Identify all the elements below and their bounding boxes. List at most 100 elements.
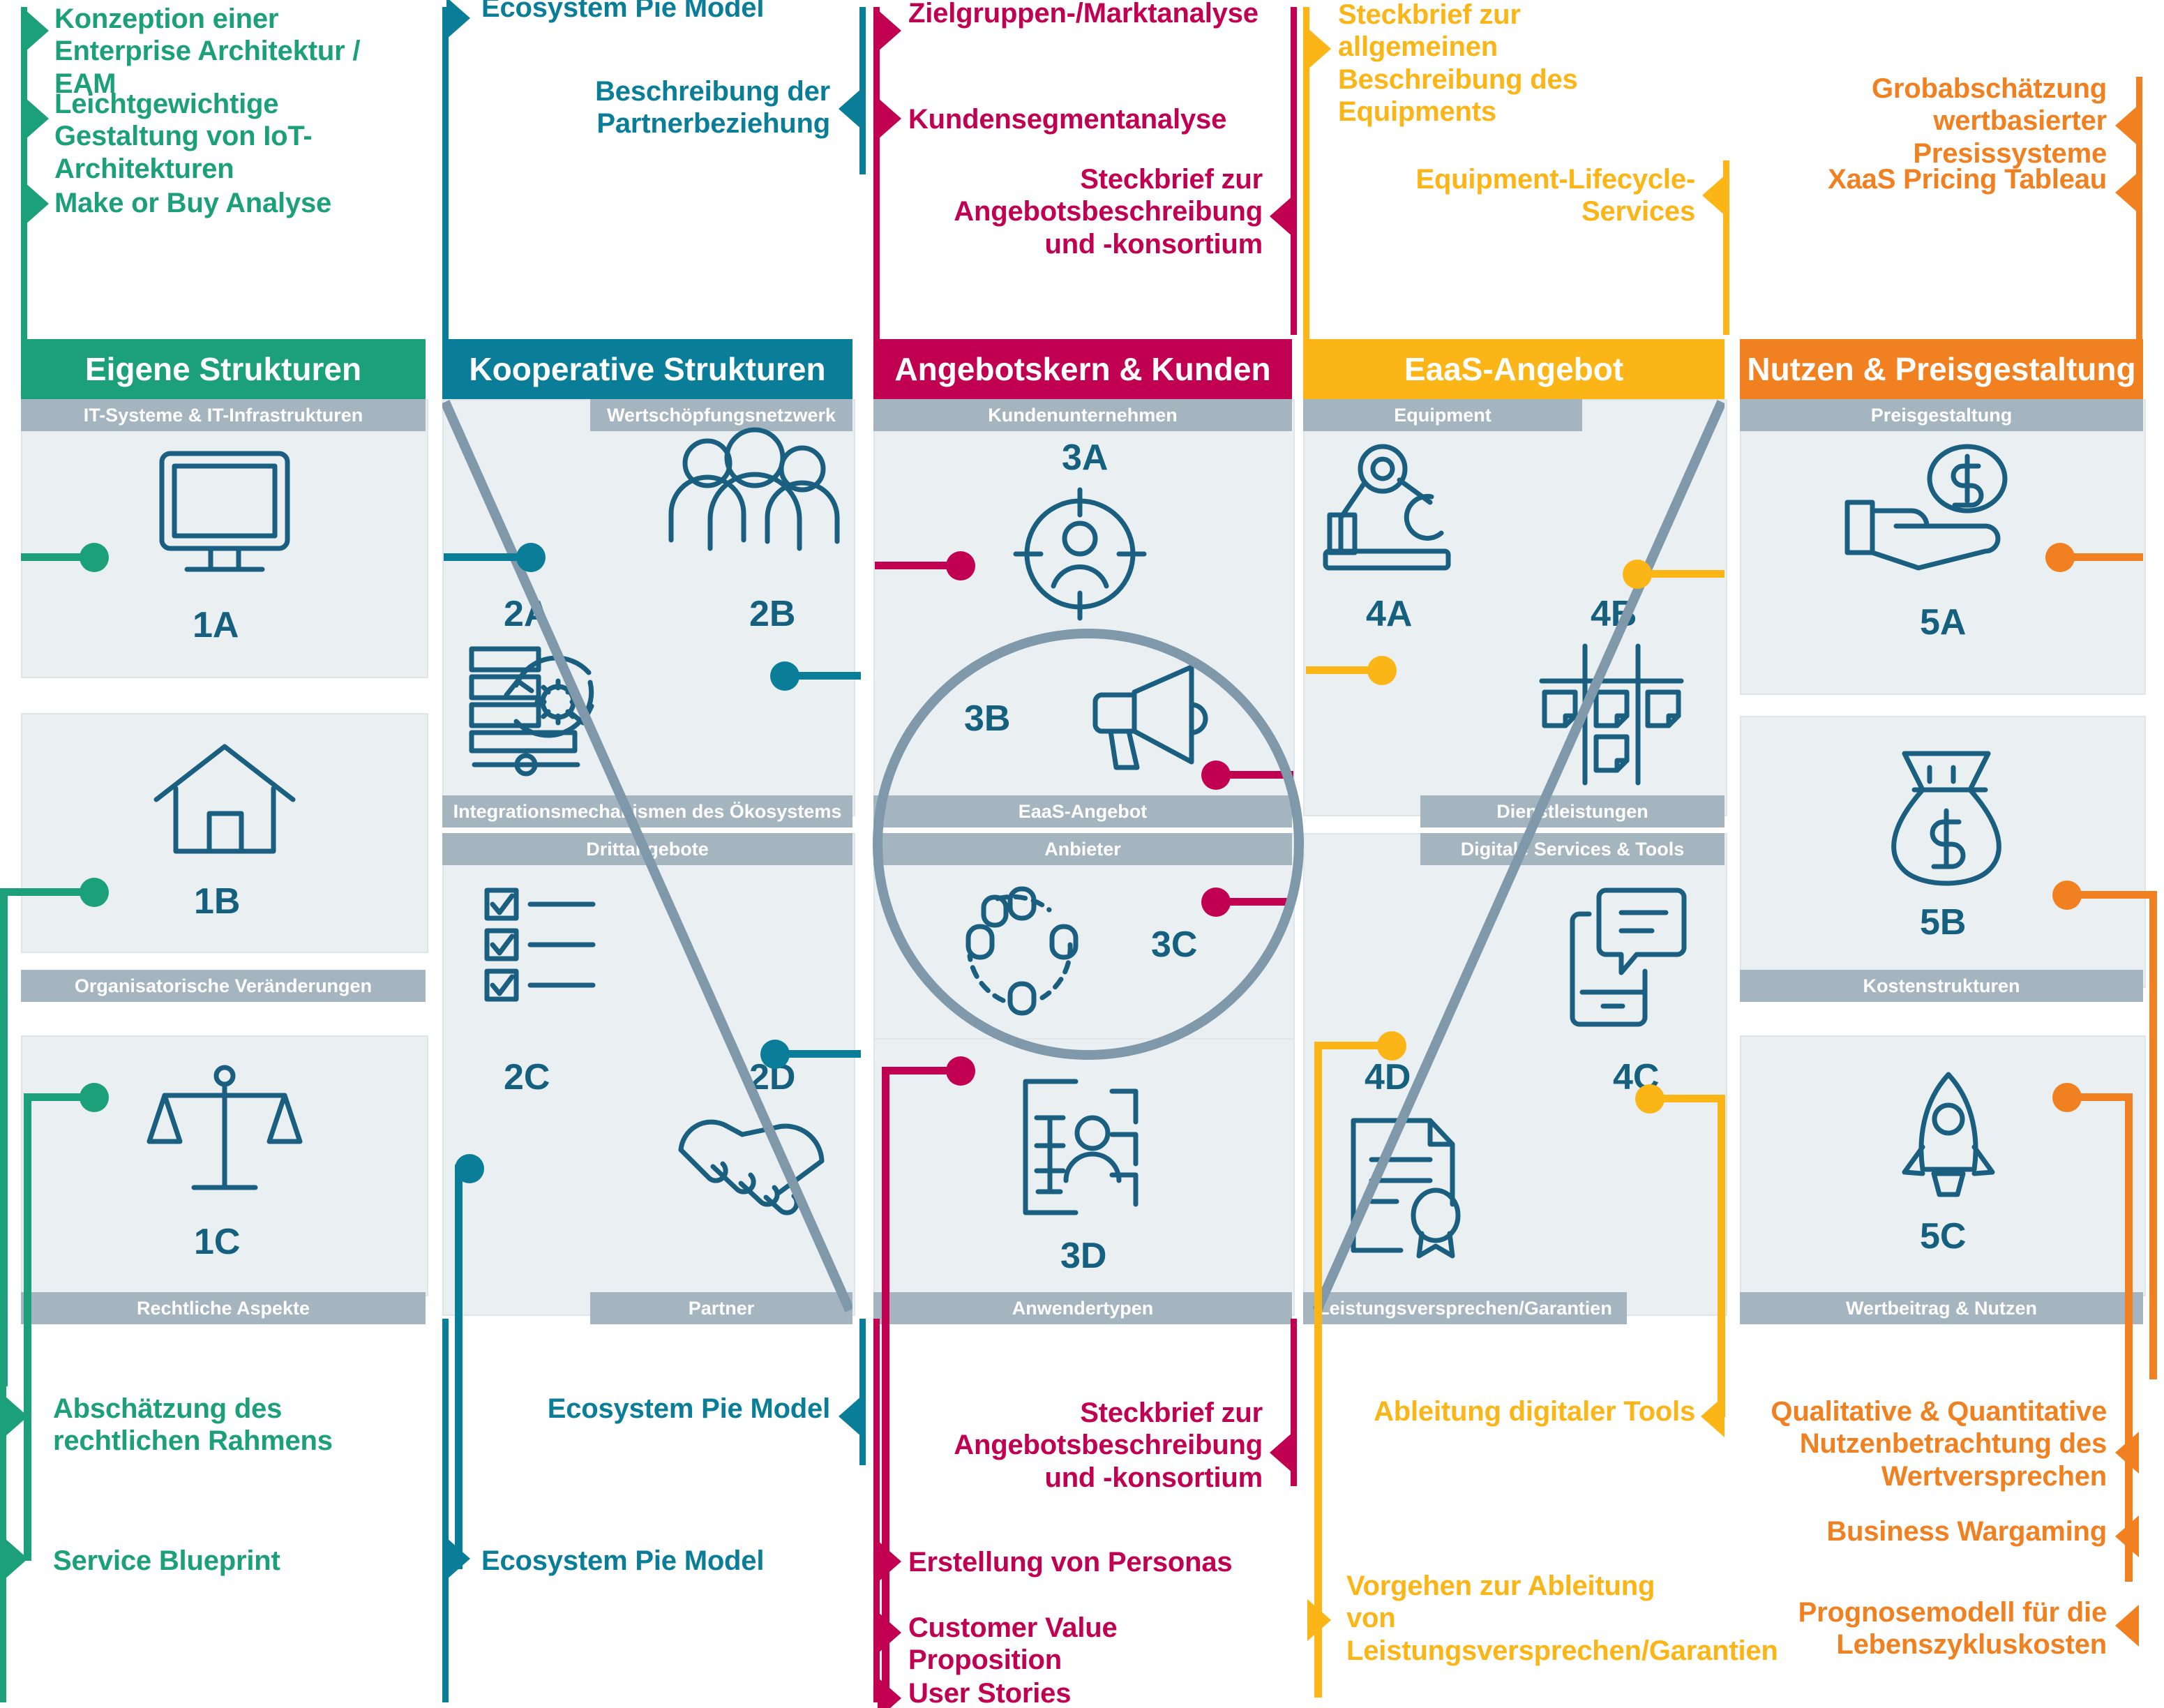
connector-vline-5B <box>2149 891 2157 1379</box>
annotation-t4: Ecosystem Pie Model <box>481 0 765 23</box>
annotation-b2: Service Blueprint <box>53 1545 280 1576</box>
arrow-t4 <box>446 0 470 39</box>
annotation-b13: Prognosemodell für die Lebenszykluskoste… <box>1798 1597 2107 1661</box>
money-bag-icon <box>1891 751 2001 886</box>
diagonal-col2 <box>442 400 852 1312</box>
annotation-t2: Leichtgewichtige Gestaltung von IoT-Arch… <box>54 89 313 184</box>
arrow-b4 <box>446 1538 470 1580</box>
arrow-t10 <box>1702 174 1726 216</box>
column-title-col4: EaaS-Angebot <box>1404 351 1624 387</box>
slab-5A: Preisgestaltung <box>1740 399 2143 431</box>
connector-line-2A <box>444 553 520 561</box>
column-title-col1: Eigene Strukturen <box>84 351 362 387</box>
column-title-col2: Kooperative Strukturen <box>469 351 826 387</box>
card-1A[interactable]: 1A <box>21 399 428 678</box>
rail-col3-bottom-right <box>1291 1319 1297 1486</box>
code-3A: 3A <box>1062 437 1109 478</box>
code-1B: 1B <box>194 881 241 922</box>
code-1A: 1A <box>193 605 239 645</box>
annotation-b1: Abschätzung des rechtlichen Rahmens <box>53 1393 333 1457</box>
connector-line-3D <box>882 1067 952 1074</box>
connector-dot-2A <box>516 543 546 572</box>
slab-5C: Wertbeitrag & Nutzen <box>1740 1292 2143 1324</box>
arrow-t6 <box>878 10 901 52</box>
connector-line-1C <box>24 1093 87 1101</box>
connector-line-3A <box>875 562 952 569</box>
arrow-b8 <box>878 1677 901 1708</box>
column-header-col2[interactable]: Kooperative Strukturen <box>442 339 852 399</box>
arrow-t1 <box>25 10 49 52</box>
hand-coin-icon <box>1844 444 2008 571</box>
code-5A: 5A <box>1920 602 1967 643</box>
connector-line-5C <box>2077 1093 2132 1101</box>
annotation-t11: Grobabschätzung wertbasierter Presissyst… <box>1871 73 2107 169</box>
arrow-t11 <box>2115 105 2139 147</box>
rail-col2-top-right <box>859 7 866 174</box>
connector-line-4C <box>1660 1095 1725 1102</box>
code-5C: 5C <box>1920 1216 1967 1257</box>
code-1C: 1C <box>194 1222 241 1262</box>
connector-line-2B <box>795 672 861 680</box>
annotation-b10: Vorgehen zur Ableitung von Leistungsvers… <box>1346 1571 1778 1666</box>
arrow-t12 <box>2115 172 2139 214</box>
arrow-b10 <box>1307 1599 1331 1641</box>
house-icon <box>153 744 296 854</box>
arrow-t7 <box>878 98 901 140</box>
rail-col3-top-right <box>1291 7 1297 335</box>
connector-line-5B <box>2077 891 2157 899</box>
code-5B: 5B <box>1920 902 1967 943</box>
column-header-col1[interactable]: Eigene Strukturen <box>21 339 426 399</box>
center-circle <box>873 629 1304 1060</box>
annotation-b9: Ableitung digitaler Tools <box>1374 1396 1695 1427</box>
connector-line-4A <box>1306 666 1373 674</box>
monitor-icon <box>159 451 290 572</box>
arrow-b13 <box>2115 1605 2139 1647</box>
code-3D: 3D <box>1060 1236 1107 1276</box>
arrow-b2 <box>4 1538 28 1580</box>
annotation-b11: Qualitative & Quantitative Nutzenbetrach… <box>1771 1396 2107 1492</box>
slab-1B: Organisatorische Veränderungen <box>21 970 426 1002</box>
rail-col2-bottom-right <box>859 1319 866 1465</box>
annotation-b7: Customer Value Proposition <box>908 1612 1118 1676</box>
connector-vline-3D <box>882 1067 889 1695</box>
connector-line-2D <box>786 1050 861 1058</box>
card-1B[interactable]: 1B <box>21 713 428 953</box>
column-header-col3[interactable]: Angebotskern & Kunden <box>873 339 1292 399</box>
arrow-b11 <box>2115 1432 2139 1474</box>
annotation-t8: Steckbrief zur Angebotsbeschreibung und … <box>954 164 1263 260</box>
slab-3A: Kundenunternehmen <box>873 399 1292 431</box>
annotation-b4: Ecosystem Pie Model <box>481 1545 765 1576</box>
annotation-t5: Beschreibung der Partnerbeziehung <box>595 76 830 140</box>
connector-dot-1A <box>80 543 109 572</box>
slab-1A: IT-Systeme & IT-Infrastrukturen <box>21 399 426 431</box>
arrow-b5 <box>1270 1432 1293 1474</box>
slab-5B: Kostenstrukturen <box>1740 970 2143 1002</box>
annotation-t6: Zielgruppen-/Marktanalyse <box>908 0 1258 29</box>
rail-col4-top-right <box>1723 160 1729 335</box>
column-header-col4[interactable]: EaaS-Angebot <box>1303 339 1725 399</box>
diagonal-col4 <box>1312 400 1725 1312</box>
annotation-t1: Konzeption einer Enterprise Architektur … <box>54 3 361 99</box>
connector-vline-4C <box>1718 1095 1725 1417</box>
connector-vline-2C <box>455 1164 463 1569</box>
column-header-col5[interactable]: Nutzen & Preisgestaltung <box>1740 339 2143 399</box>
arrow-b3 <box>839 1395 862 1437</box>
arrow-b12 <box>2115 1515 2139 1557</box>
connector-vline-1B <box>0 888 8 1386</box>
card-1C[interactable]: 1C <box>21 1035 428 1296</box>
connector-vline-5C <box>2125 1093 2133 1582</box>
annotation-b5: Steckbrief zur Angebotsbeschreibung und … <box>954 1398 1263 1493</box>
annotation-b6: Erstellung von Personas <box>908 1547 1233 1578</box>
annotation-t7: Kundensegmentanalyse <box>908 104 1227 135</box>
column-title-col3: Angebotskern & Kunden <box>894 351 1271 387</box>
slab-3D: Anwendertypen <box>873 1292 1292 1324</box>
connector-line-5A <box>2071 553 2143 561</box>
arrow-b1 <box>4 1395 28 1437</box>
scales-icon <box>146 1065 303 1190</box>
annotation-b12: Business Wargaming <box>1826 1516 2107 1547</box>
connector-line-4B <box>1648 570 1725 578</box>
arrow-t5 <box>839 88 862 130</box>
annotation-t3: Make or Buy Analyse <box>54 188 332 218</box>
annotation-b8: User Stories <box>908 1678 1072 1708</box>
annotation-t10: Equipment-Lifecycle-Services <box>1415 164 1695 227</box>
